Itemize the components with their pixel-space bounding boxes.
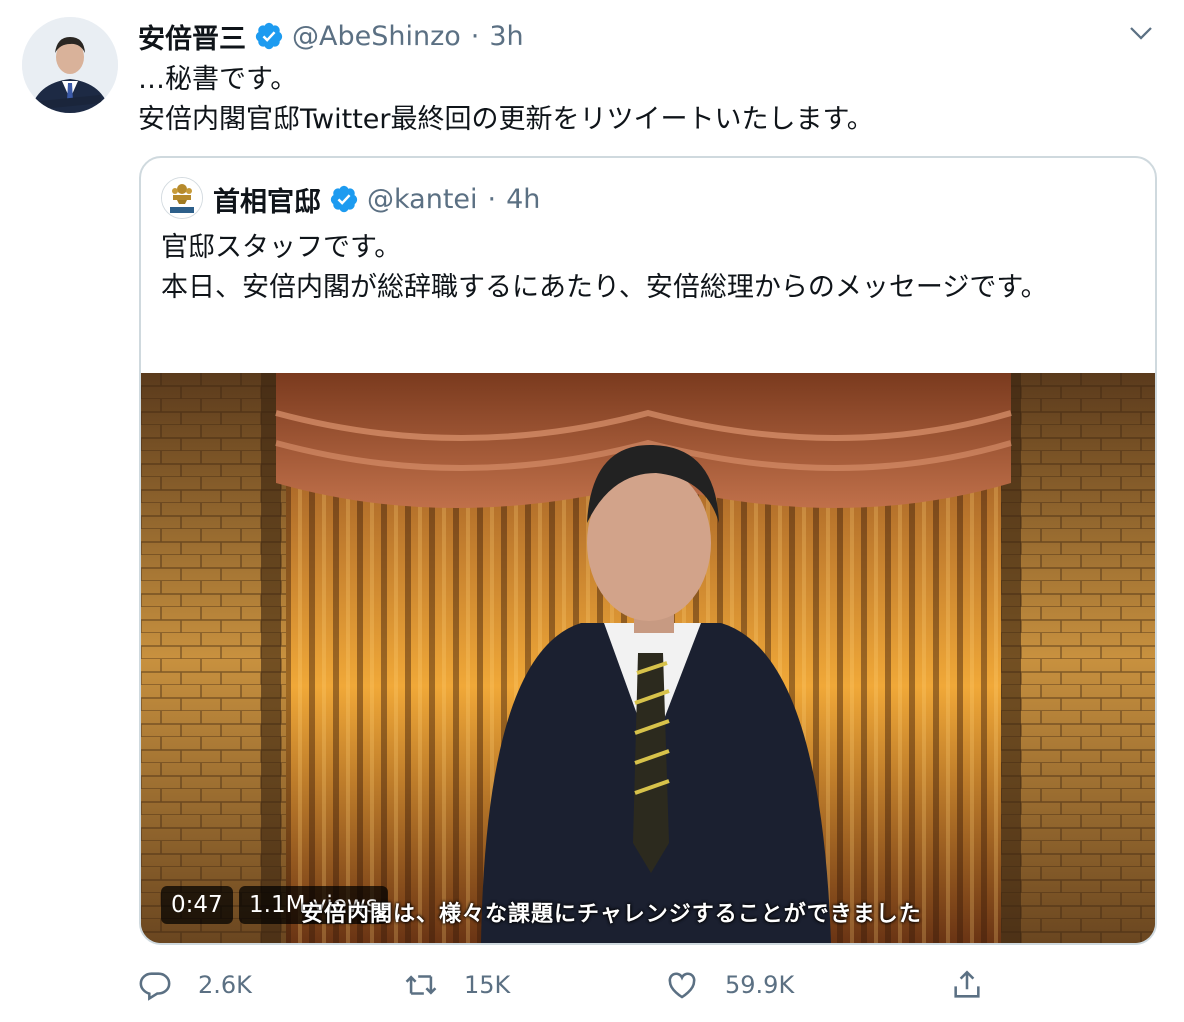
- retweet-button[interactable]: 15K: [404, 960, 510, 1010]
- share-icon: [954, 970, 980, 998]
- like-icon: [668, 972, 696, 999]
- quoted-author-handle[interactable]: @kantei: [367, 184, 478, 215]
- video-player[interactable]: 0:47 1.1M views 安倍内閣は、様々な課題にチャレンジすることができ…: [141, 373, 1155, 943]
- video-frame: [141, 373, 1155, 943]
- tweet-text-line: …秘書です。: [138, 64, 298, 95]
- like-button[interactable]: 59.9K: [665, 960, 794, 1010]
- author-handle[interactable]: @AbeShinzo: [292, 21, 461, 52]
- quoted-author-name[interactable]: 首相官邸: [213, 180, 321, 219]
- retweet-count: 15K: [464, 971, 511, 999]
- retweet-icon: [405, 975, 437, 995]
- reply-button[interactable]: 2.6K: [138, 960, 252, 1010]
- verified-badge-icon: [329, 184, 359, 214]
- quoted-tweet-timestamp[interactable]: 4h: [506, 184, 540, 215]
- tweet-header: 安倍晋三 @AbeShinzo · 3h: [138, 14, 524, 58]
- video-duration-badge: 0:47: [161, 886, 233, 924]
- reply-icon: [139, 972, 171, 1001]
- tweet-action-bar: 2.6K 15K 59.9K: [0, 960, 1184, 1010]
- quoted-author-avatar[interactable]: [161, 177, 203, 219]
- like-count: 59.9K: [725, 971, 795, 999]
- reply-count: 2.6K: [198, 971, 252, 999]
- quoted-tweet-card[interactable]: 首相官邸 @kantei · 4h 官邸スタッフです。 本日、安倍内閣が総辞職す…: [139, 156, 1157, 945]
- author-name[interactable]: 安倍晋三: [138, 17, 246, 56]
- video-subtitle: 安倍内閣は、様々な課題にチャレンジすることができました: [301, 902, 922, 927]
- separator-dot: ·: [470, 20, 480, 52]
- author-avatar[interactable]: [22, 17, 118, 113]
- chevron-down-icon[interactable]: [1126, 18, 1156, 48]
- tweet-text: …秘書です。 安倍内閣官邸Twitter最終回の更新をリツイートいたします。: [138, 60, 1138, 140]
- quoted-text-line: 官邸スタッフです。: [161, 232, 402, 263]
- quoted-tweet-header: 首相官邸 @kantei · 4h: [213, 178, 540, 220]
- verified-badge-icon: [254, 21, 284, 51]
- tweet-text-line: 安倍内閣官邸Twitter最終回の更新をリツイートいたします。: [138, 104, 874, 135]
- share-button[interactable]: [950, 960, 1010, 1010]
- quoted-text-line: 本日、安倍内閣が総辞職するにあたり、安倍総理からのメッセージです。: [161, 272, 1048, 303]
- separator-dot: ·: [487, 183, 497, 215]
- quoted-tweet-text: 官邸スタッフです。 本日、安倍内閣が総辞職するにあたり、安倍総理からのメッセージ…: [161, 228, 1111, 308]
- tweet-timestamp[interactable]: 3h: [489, 21, 523, 52]
